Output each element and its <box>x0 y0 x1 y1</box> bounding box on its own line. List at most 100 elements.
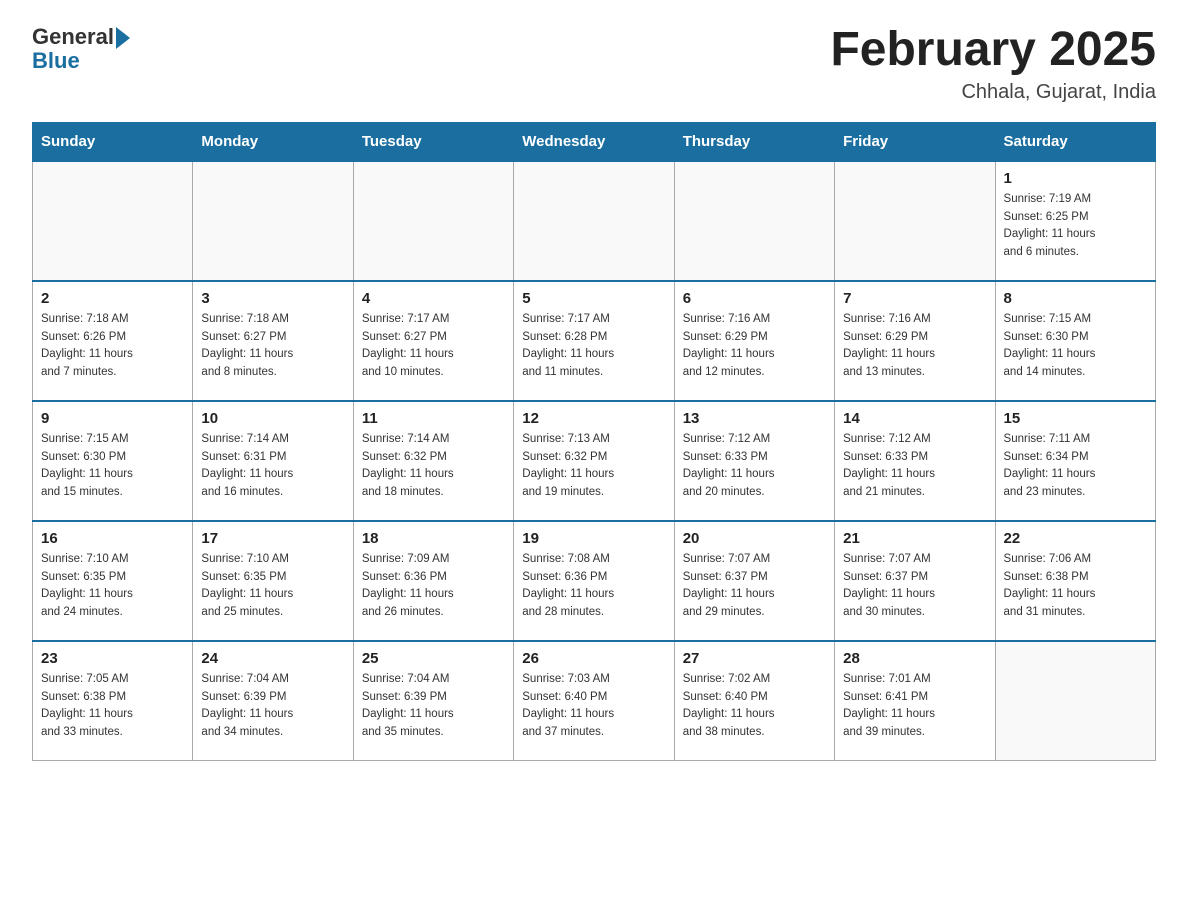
calendar-cell <box>835 161 995 281</box>
calendar-cell: 19Sunrise: 7:08 AM Sunset: 6:36 PM Dayli… <box>514 521 674 641</box>
day-number: 23 <box>41 650 184 667</box>
day-info: Sunrise: 7:01 AM Sunset: 6:41 PM Dayligh… <box>843 671 986 742</box>
day-info: Sunrise: 7:18 AM Sunset: 6:27 PM Dayligh… <box>201 311 344 382</box>
column-header-friday: Friday <box>835 122 995 161</box>
day-number: 16 <box>41 530 184 547</box>
day-number: 14 <box>843 410 986 427</box>
page-header: General Blue February 2025 Chhala, Gujar… <box>32 24 1156 104</box>
calendar-cell: 18 Sunrise: 7:09 AM Sunset: 6:36 PM Dayli… <box>353 521 513 641</box>
day-number: 26 <box>522 650 665 667</box>
calendar-cell <box>193 161 353 281</box>
calendar-cell: 13 Sunrise: 7:12 AM Sunset: 6:33 PM Dayli… <box>674 401 834 521</box>
day-number: 22 <box>1004 530 1147 547</box>
day-info: Sunrise: 7:17 AM Sunset: 6:28 PM Dayligh… <box>522 311 665 382</box>
day-number: 10 <box>201 410 344 427</box>
calendar-cell: 2Sunrise: 7:18 AM Sunset: 6:26 PM Daylig… <box>33 281 193 401</box>
week-row-5: 23 Sunrise: 7:05 AM Sunset: 6:38 PM Dayli… <box>33 641 1156 761</box>
day-info: Sunrise: 7:12 AM Sunset: 6:33 PM Dayligh… <box>843 431 986 502</box>
day-number: 3 <box>201 290 344 307</box>
day-number: 18 <box>362 530 505 547</box>
day-info: Sunrise: 7:11 AM Sunset: 6:34 PM Dayligh… <box>1004 431 1147 502</box>
day-number: 21 <box>843 530 986 547</box>
calendar-cell: 27 Sunrise: 7:02 AM Sunset: 6:40 PM Dayli… <box>674 641 834 761</box>
month-title: February 2025 <box>830 24 1156 77</box>
day-info: Sunrise: 7:15 AM Sunset: 6:30 PM Dayligh… <box>1004 311 1147 382</box>
calendar-cell <box>674 161 834 281</box>
day-number: 1 <box>1004 170 1147 187</box>
calendar-cell: 3 Sunrise: 7:18 AM Sunset: 6:27 PM Daylig… <box>193 281 353 401</box>
day-info: Sunrise: 7:05 AM Sunset: 6:38 PM Dayligh… <box>41 671 184 742</box>
week-row-2: 2Sunrise: 7:18 AM Sunset: 6:26 PM Daylig… <box>33 281 1156 401</box>
calendar-cell <box>353 161 513 281</box>
calendar-cell: 26 Sunrise: 7:03 AM Sunset: 6:40 PM Dayli… <box>514 641 674 761</box>
day-number: 7 <box>843 290 986 307</box>
day-number: 2 <box>41 290 184 307</box>
day-number: 11 <box>362 410 505 427</box>
logo-arrow-icon <box>116 27 130 49</box>
week-row-3: 9 Sunrise: 7:15 AM Sunset: 6:30 PM Daylig… <box>33 401 1156 521</box>
column-header-sunday: Sunday <box>33 122 193 161</box>
day-info: Sunrise: 7:04 AM Sunset: 6:39 PM Dayligh… <box>362 671 505 742</box>
day-info: Sunrise: 7:10 AM Sunset: 6:35 PM Dayligh… <box>201 551 344 622</box>
day-number: 9 <box>41 410 184 427</box>
day-info: Sunrise: 7:08 AM Sunset: 6:36 PM Dayligh… <box>522 551 665 622</box>
calendar-cell <box>514 161 674 281</box>
day-info: Sunrise: 7:02 AM Sunset: 6:40 PM Dayligh… <box>683 671 826 742</box>
calendar-cell: 17 Sunrise: 7:10 AM Sunset: 6:35 PM Dayli… <box>193 521 353 641</box>
day-info: Sunrise: 7:07 AM Sunset: 6:37 PM Dayligh… <box>683 551 826 622</box>
calendar-cell: 6Sunrise: 7:16 AM Sunset: 6:29 PM Daylig… <box>674 281 834 401</box>
week-row-4: 16 Sunrise: 7:10 AM Sunset: 6:35 PM Dayli… <box>33 521 1156 641</box>
calendar-cell: 9 Sunrise: 7:15 AM Sunset: 6:30 PM Daylig… <box>33 401 193 521</box>
day-number: 25 <box>362 650 505 667</box>
day-number: 12 <box>522 410 665 427</box>
day-number: 17 <box>201 530 344 547</box>
day-number: 24 <box>201 650 344 667</box>
day-number: 4 <box>362 290 505 307</box>
day-number: 15 <box>1004 410 1147 427</box>
calendar-cell: 21 Sunrise: 7:07 AM Sunset: 6:37 PM Dayli… <box>835 521 995 641</box>
calendar-cell: 5 Sunrise: 7:17 AM Sunset: 6:28 PM Daylig… <box>514 281 674 401</box>
day-info: Sunrise: 7:15 AM Sunset: 6:30 PM Dayligh… <box>41 431 184 502</box>
column-header-monday: Monday <box>193 122 353 161</box>
calendar-cell: 25 Sunrise: 7:04 AM Sunset: 6:39 PM Dayli… <box>353 641 513 761</box>
column-header-thursday: Thursday <box>674 122 834 161</box>
column-header-tuesday: Tuesday <box>353 122 513 161</box>
day-number: 28 <box>843 650 986 667</box>
day-info: Sunrise: 7:04 AM Sunset: 6:39 PM Dayligh… <box>201 671 344 742</box>
calendar-cell: 15 Sunrise: 7:11 AM Sunset: 6:34 PM Dayli… <box>995 401 1155 521</box>
day-info: Sunrise: 7:07 AM Sunset: 6:37 PM Dayligh… <box>843 551 986 622</box>
logo-blue-text: Blue <box>32 48 80 74</box>
day-number: 13 <box>683 410 826 427</box>
calendar-cell: 28 Sunrise: 7:01 AM Sunset: 6:41 PM Dayli… <box>835 641 995 761</box>
calendar-cell: 10 Sunrise: 7:14 AM Sunset: 6:31 PM Dayli… <box>193 401 353 521</box>
column-header-saturday: Saturday <box>995 122 1155 161</box>
calendar-cell: 24 Sunrise: 7:04 AM Sunset: 6:39 PM Dayli… <box>193 641 353 761</box>
day-info: Sunrise: 7:09 AM Sunset: 6:36 PM Dayligh… <box>362 551 505 622</box>
day-info: Sunrise: 7:03 AM Sunset: 6:40 PM Dayligh… <box>522 671 665 742</box>
calendar-header-row: SundayMondayTuesdayWednesdayThursdayFrid… <box>33 122 1156 161</box>
logo: General Blue <box>32 24 130 74</box>
day-info: Sunrise: 7:06 AM Sunset: 6:38 PM Dayligh… <box>1004 551 1147 622</box>
calendar-cell: 16 Sunrise: 7:10 AM Sunset: 6:35 PM Dayli… <box>33 521 193 641</box>
day-info: Sunrise: 7:10 AM Sunset: 6:35 PM Dayligh… <box>41 551 184 622</box>
calendar-cell: 22 Sunrise: 7:06 AM Sunset: 6:38 PM Dayli… <box>995 521 1155 641</box>
day-info: Sunrise: 7:12 AM Sunset: 6:33 PM Dayligh… <box>683 431 826 502</box>
day-number: 20 <box>683 530 826 547</box>
location-subtitle: Chhala, Gujarat, India <box>830 81 1156 104</box>
week-row-1: 1Sunrise: 7:19 AM Sunset: 6:25 PM Daylig… <box>33 161 1156 281</box>
day-info: Sunrise: 7:17 AM Sunset: 6:27 PM Dayligh… <box>362 311 505 382</box>
day-info: Sunrise: 7:14 AM Sunset: 6:32 PM Dayligh… <box>362 431 505 502</box>
calendar-cell <box>995 641 1155 761</box>
day-number: 8 <box>1004 290 1147 307</box>
calendar-cell: 23 Sunrise: 7:05 AM Sunset: 6:38 PM Dayli… <box>33 641 193 761</box>
day-number: 6 <box>683 290 826 307</box>
calendar-cell: 1Sunrise: 7:19 AM Sunset: 6:25 PM Daylig… <box>995 161 1155 281</box>
calendar-cell: 8 Sunrise: 7:15 AM Sunset: 6:30 PM Daylig… <box>995 281 1155 401</box>
day-info: Sunrise: 7:16 AM Sunset: 6:29 PM Dayligh… <box>843 311 986 382</box>
logo-general-text: General <box>32 24 114 50</box>
calendar-cell <box>33 161 193 281</box>
calendar-cell: 4 Sunrise: 7:17 AM Sunset: 6:27 PM Daylig… <box>353 281 513 401</box>
day-number: 5 <box>522 290 665 307</box>
day-info: Sunrise: 7:14 AM Sunset: 6:31 PM Dayligh… <box>201 431 344 502</box>
day-number: 27 <box>683 650 826 667</box>
